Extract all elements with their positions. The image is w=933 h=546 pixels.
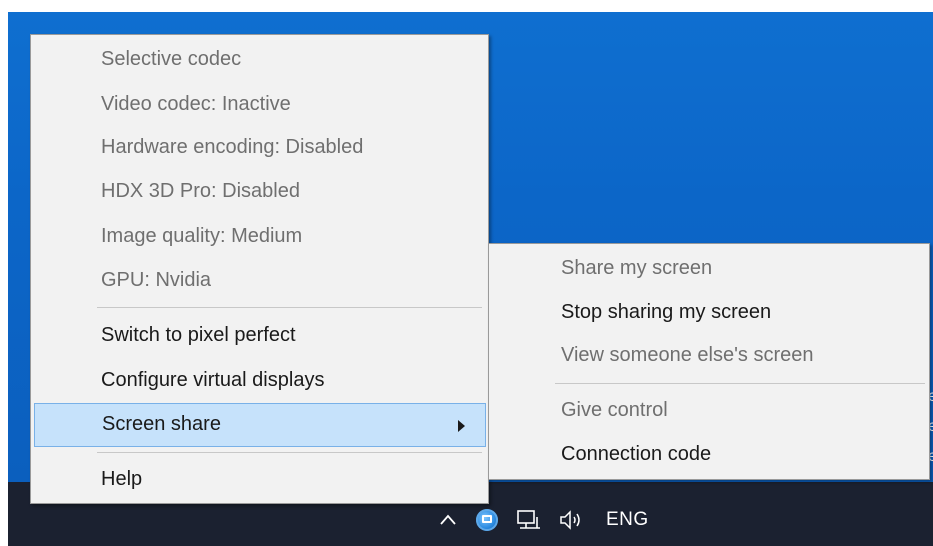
submenu-separator <box>555 383 925 384</box>
submenu-arrow-icon <box>458 420 465 432</box>
chevron-up-icon[interactable] <box>438 510 458 530</box>
volume-icon[interactable] <box>558 508 586 532</box>
system-tray: ENG <box>438 500 649 540</box>
context-menu: Selective codec Video codec: Inactive Ha… <box>30 34 489 504</box>
menu-separator <box>97 307 482 308</box>
screen-share-submenu: Share my screen Stop sharing my screen V… <box>488 243 930 480</box>
citrix-app-icon[interactable] <box>476 509 498 531</box>
network-icon[interactable] <box>516 508 542 532</box>
language-indicator[interactable]: ENG <box>606 509 649 531</box>
menu-separator <box>97 452 482 453</box>
menu-item-screen-share[interactable]: Screen share <box>34 403 486 447</box>
